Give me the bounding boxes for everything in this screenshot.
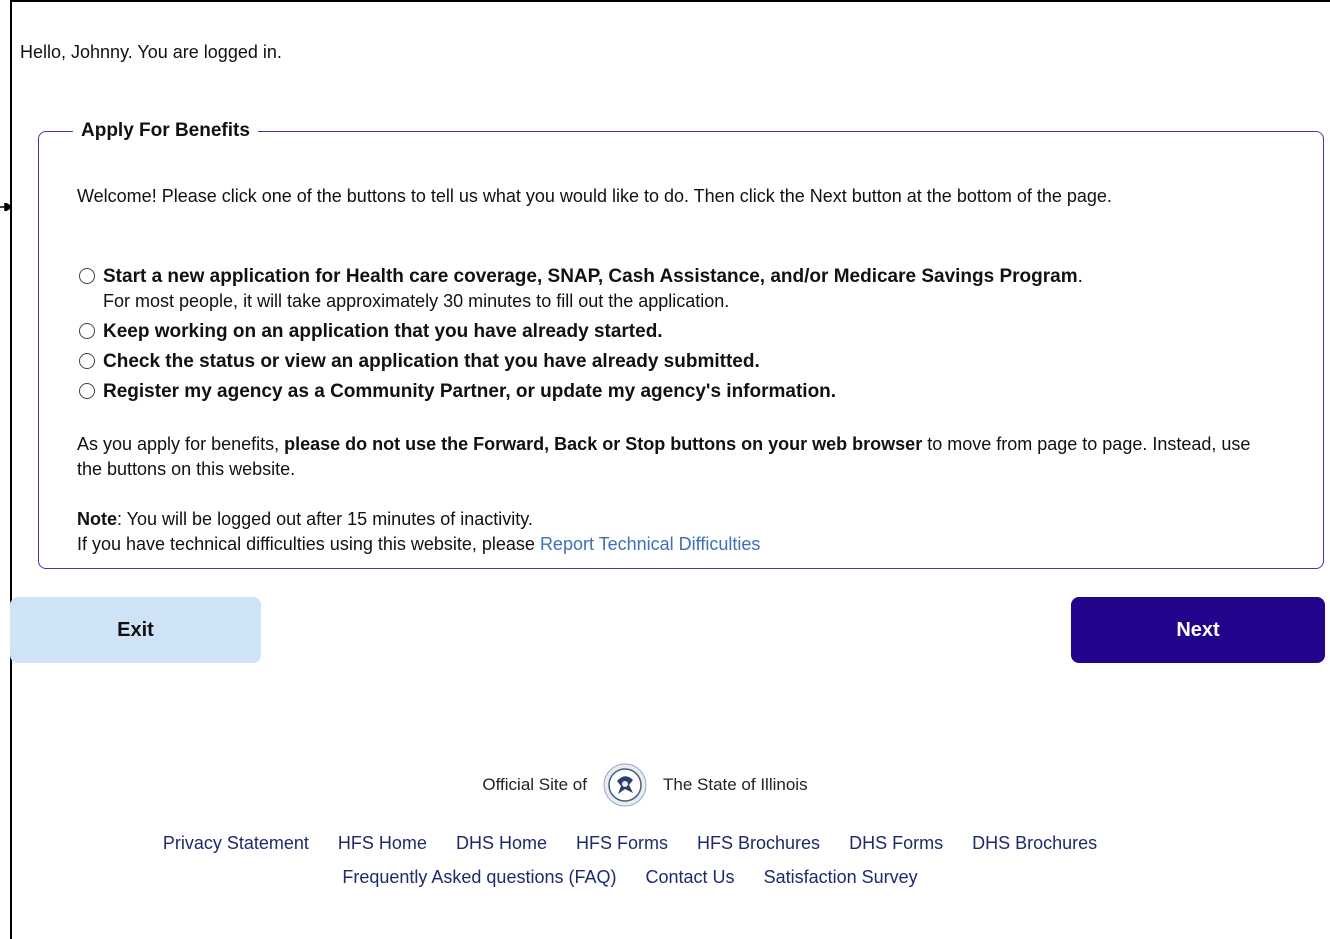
hfs-brochures-link[interactable]: HFS Brochures (697, 833, 820, 853)
radio-keep-working[interactable] (79, 323, 95, 339)
note-label: Note (77, 509, 117, 529)
welcome-text: Welcome! Please click one of the buttons… (77, 186, 1112, 206)
official-site-banner: Official Site of The State of Illinois (0, 763, 1290, 807)
option-label: Start a new application for Health care … (103, 266, 1078, 287)
official-prefix: Official Site of (482, 775, 587, 794)
illinois-seal-icon (603, 763, 647, 807)
hfs-forms-link[interactable]: HFS Forms (576, 833, 668, 853)
option-keep-working[interactable]: Keep working on an application that you … (79, 319, 663, 344)
arrow-icon (0, 203, 12, 211)
dhs-forms-link[interactable]: DHS Forms (849, 833, 943, 853)
login-greeting: Hello, Johnny. You are logged in. (20, 42, 282, 62)
faq-link[interactable]: Frequently Asked questions (FAQ) (342, 867, 616, 887)
satisfaction-survey-link[interactable]: Satisfaction Survey (764, 867, 918, 887)
option-label: Check the status or view an application … (103, 351, 760, 372)
footer-links-row-1: Privacy Statement HFS Home DHS Home HFS … (0, 833, 1260, 854)
hfs-home-link[interactable]: HFS Home (338, 833, 427, 853)
apply-for-benefits-panel: Apply For Benefits Welcome! Please click… (38, 120, 1324, 569)
option-label: Register my agency as a Community Partne… (103, 381, 837, 402)
warning-prefix: As you apply for benefits, (77, 434, 285, 454)
help-prefix: If you have technical difficulties using… (77, 534, 540, 554)
option-new-application[interactable]: Start a new application for Health care … (79, 264, 1083, 314)
official-suffix: The State of Illinois (663, 775, 808, 794)
dhs-home-link[interactable]: DHS Home (456, 833, 547, 853)
exit-button[interactable]: Exit (10, 597, 261, 663)
privacy-statement-link[interactable]: Privacy Statement (163, 833, 309, 853)
radio-register-agency[interactable] (79, 383, 95, 399)
browser-warning: As you apply for benefits, please do not… (77, 432, 1277, 482)
option-label-period: . (1077, 266, 1083, 287)
option-check-status[interactable]: Check the status or view an application … (79, 349, 760, 374)
dhs-brochures-link[interactable]: DHS Brochures (972, 833, 1097, 853)
radio-check-status[interactable] (79, 353, 95, 369)
radio-new-application[interactable] (79, 268, 95, 284)
panel-legend: Apply For Benefits (81, 120, 250, 141)
footer-links-row-2: Frequently Asked questions (FAQ) Contact… (0, 867, 1260, 888)
option-note: For most people, it will take approximat… (103, 291, 730, 311)
report-technical-difficulties-link[interactable]: Report Technical Difficulties (540, 534, 760, 554)
note-block: Note: You will be logged out after 15 mi… (77, 507, 1277, 557)
warning-bold: please do not use the Forward, Back or S… (284, 434, 923, 454)
contact-us-link[interactable]: Contact Us (646, 867, 735, 887)
note-text: : You will be logged out after 15 minute… (117, 509, 533, 529)
option-register-agency[interactable]: Register my agency as a Community Partne… (79, 379, 836, 404)
option-label: Keep working on an application that you … (103, 321, 663, 342)
next-button[interactable]: Next (1071, 597, 1325, 663)
